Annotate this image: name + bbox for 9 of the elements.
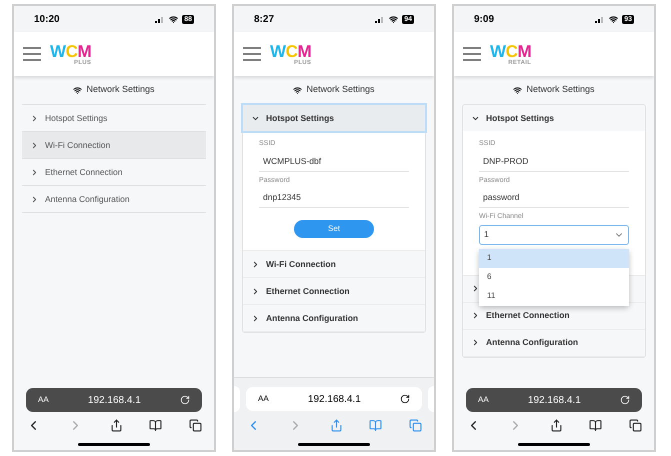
url-text: 192.168.4.1: [308, 392, 361, 406]
status-time: 8:27: [254, 12, 274, 26]
url-text: 192.168.4.1: [88, 394, 141, 408]
page-title: Network Settings: [306, 83, 375, 96]
page-title: Network Settings: [526, 83, 595, 96]
page-title: Network Settings: [86, 83, 155, 96]
status-time: 10:20: [34, 12, 60, 26]
url-text: 192.168.4.1: [528, 394, 581, 408]
status-time: 9:09: [474, 12, 494, 26]
